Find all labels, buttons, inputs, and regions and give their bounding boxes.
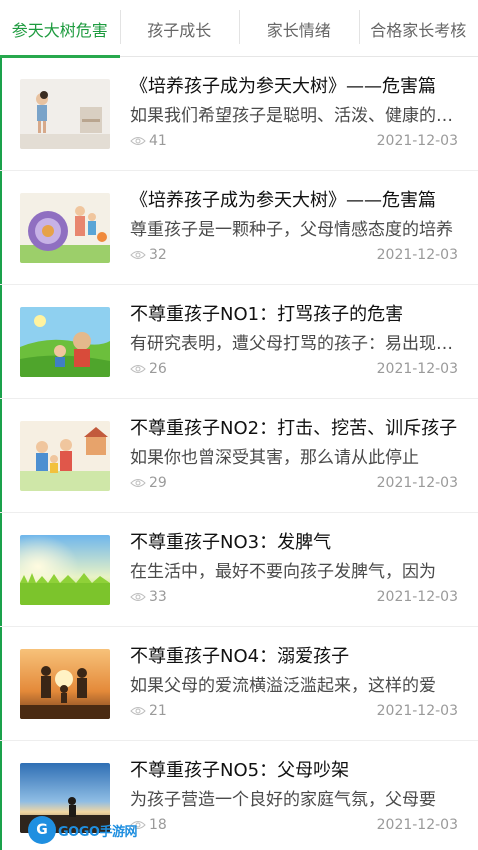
article-item[interactable]: 不尊重孩子NO2：打击、挖苦、训斥孩子 如果你也曾深受其害，那么请从此停止 29… [0, 399, 478, 513]
view-count-value: 41 [149, 133, 167, 149]
publish-date: 2021-12-03 [376, 589, 458, 605]
article-item[interactable]: 不尊重孩子NO3：发脾气 在生活中，最好不要向孩子发脾气，因为 33 2021-… [0, 513, 478, 627]
watermark-logo-icon: G [28, 816, 56, 844]
tab-label: 合格家长考核 [370, 20, 467, 40]
article-summary: 尊重孩子是一颗种子，父母情感态度的培养 [130, 220, 453, 240]
article-item[interactable]: 《培养孩子成为参天大树》——危害篇 尊重孩子是一颗种子，父母情感态度的培养 32… [0, 171, 478, 285]
publish-date: 2021-12-03 [376, 133, 458, 149]
publish-date: 2021-12-03 [376, 475, 458, 491]
article-thumbnail [20, 193, 110, 263]
view-count: 21 [130, 703, 167, 719]
article-meta: 29 2021-12-03 [130, 475, 460, 495]
article-meta: 18 2021-12-03 [130, 817, 460, 837]
article-item[interactable]: 《培养孩子成为参天大树》——危害篇 如果我们希望孩子是聪明、活泼、健康的孩子 4… [0, 57, 478, 171]
article-thumbnail [20, 649, 110, 719]
article-meta: 26 2021-12-03 [130, 361, 460, 381]
view-count-value: 33 [149, 589, 167, 605]
article-thumbnail [20, 79, 110, 149]
view-count-value: 26 [149, 361, 167, 377]
article-title: 不尊重孩子NO1：打骂孩子的危害 [130, 304, 404, 325]
site-watermark: G GOGO手游网 [28, 815, 137, 845]
publish-date: 2021-12-03 [376, 247, 458, 263]
article-title: 不尊重孩子NO4：溺爱孩子 [130, 646, 350, 667]
article-title: 不尊重孩子NO5：父母吵架 [130, 760, 350, 781]
tab-hege-jiazhang-kaohe[interactable]: 合格家长考核 [358, 0, 478, 57]
view-count: 29 [130, 475, 167, 491]
article-list: 《培养孩子成为参天大树》——危害篇 如果我们希望孩子是聪明、活泼、健康的孩子 4… [0, 57, 478, 850]
article-summary: 为孩子营造一个良好的家庭气氛，父母要 [130, 790, 436, 810]
tab-haizi-chengzhang[interactable]: 孩子成长 [119, 0, 240, 57]
tab-jiazhang-qingxu[interactable]: 家长情绪 [239, 0, 359, 57]
article-summary: 如果我们希望孩子是聪明、活泼、健康的孩子 [130, 106, 460, 126]
article-meta: 33 2021-12-03 [130, 589, 460, 609]
article-thumbnail [20, 421, 110, 491]
eye-icon [130, 137, 146, 145]
view-count: 41 [130, 133, 167, 149]
article-summary: 有研究表明，遭父母打骂的孩子：易出现问题 [130, 334, 460, 354]
publish-date: 2021-12-03 [376, 361, 458, 377]
article-summary: 如果你也曾深受其害，那么请从此停止 [130, 448, 419, 468]
eye-icon [130, 251, 146, 259]
article-meta: 21 2021-12-03 [130, 703, 460, 723]
article-summary: 在生活中，最好不要向孩子发脾气，因为 [130, 562, 436, 582]
category-tabs: 参天大树危害 孩子成长 家长情绪 合格家长考核 [0, 0, 478, 58]
article-meta: 32 2021-12-03 [130, 247, 460, 267]
tab-canshan-dashu-weihai[interactable]: 参天大树危害 [0, 0, 120, 58]
watermark-text: GOGO手游网 [58, 824, 137, 840]
tab-label: 家长情绪 [266, 20, 331, 40]
view-count: 32 [130, 247, 167, 263]
article-item[interactable]: 不尊重孩子NO1：打骂孩子的危害 有研究表明，遭父母打骂的孩子：易出现问题 26… [0, 285, 478, 399]
view-count-value: 21 [149, 703, 167, 719]
article-title: 不尊重孩子NO2：打击、挖苦、训斥孩子 [130, 418, 458, 439]
article-thumbnail [20, 535, 110, 605]
publish-date: 2021-12-03 [376, 703, 458, 719]
article-title: 《培养孩子成为参天大树》——危害篇 [130, 190, 436, 211]
eye-icon [130, 593, 146, 601]
article-title: 《培养孩子成为参天大树》——危害篇 [130, 76, 436, 97]
article-title: 不尊重孩子NO3：发脾气 [130, 532, 332, 553]
view-count: 33 [130, 589, 167, 605]
view-count-value: 29 [149, 475, 167, 491]
eye-icon [130, 365, 146, 373]
tab-label: 孩子成长 [147, 20, 212, 40]
article-item[interactable]: 不尊重孩子NO4：溺爱孩子 如果父母的爱流横溢泛滥起来，这样的爱 21 2021… [0, 627, 478, 741]
article-summary: 如果父母的爱流横溢泛滥起来，这样的爱 [130, 676, 436, 696]
view-count-value: 32 [149, 247, 167, 263]
eye-icon [130, 479, 146, 487]
article-meta: 41 2021-12-03 [130, 133, 460, 153]
view-count-value: 18 [149, 817, 167, 833]
eye-icon [130, 707, 146, 715]
article-thumbnail [20, 307, 110, 377]
tab-label: 参天大树危害 [11, 20, 108, 40]
view-count: 26 [130, 361, 167, 377]
publish-date: 2021-12-03 [376, 817, 458, 833]
